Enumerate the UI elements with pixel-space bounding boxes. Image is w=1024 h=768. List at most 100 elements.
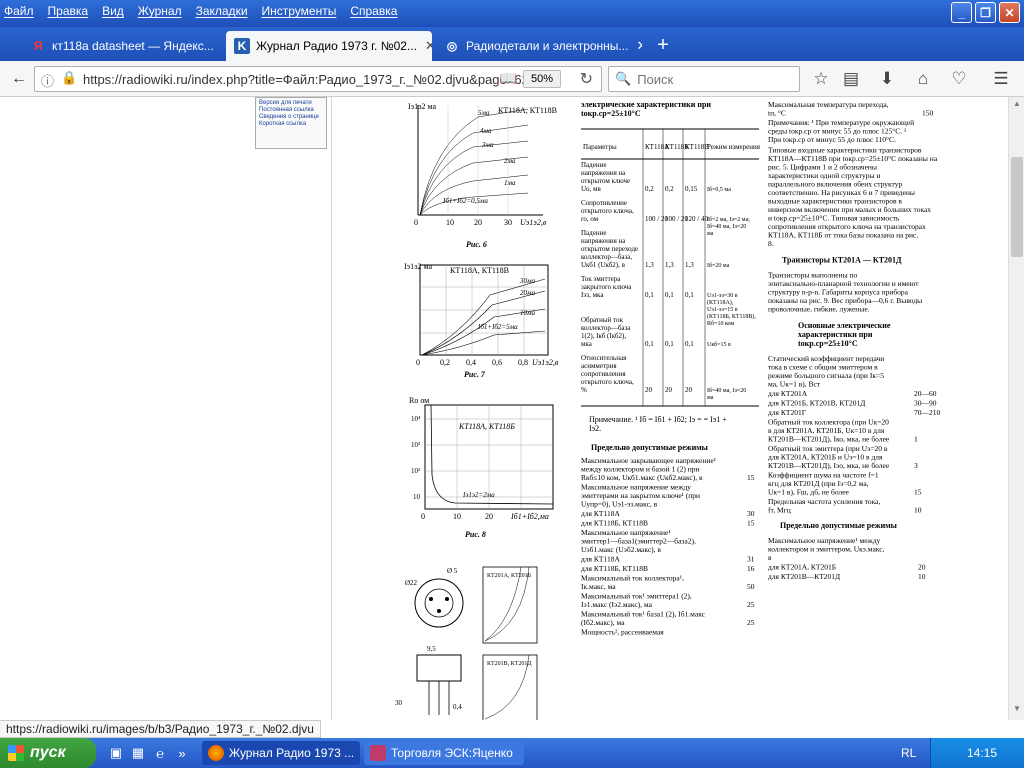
sidebar-link[interactable]: Короткая ссылка bbox=[259, 121, 323, 128]
menu-item[interactable]: Файл bbox=[4, 4, 34, 18]
column-2: электрические характеристики при tокр.ср=… bbox=[581, 100, 761, 637]
menu-hamburger-icon[interactable]: ☰ bbox=[988, 66, 1014, 92]
fig9-dim-2: Ø 5 bbox=[447, 567, 458, 575]
minimize-button[interactable]: _ bbox=[951, 2, 972, 23]
fig8-ytick: 10 bbox=[413, 493, 421, 501]
taskbar-item-eskapp[interactable]: Торговля ЭСК:Яценко bbox=[364, 741, 524, 765]
col3-item: Предельная частота усиления тока, fт, Мгц bbox=[768, 497, 881, 515]
col3-item: для КТ201Б, КТ201В, КТ201Д bbox=[768, 399, 865, 408]
fig6-series-2: 4ма bbox=[480, 127, 492, 135]
col3-paragraph: Типовые входные характеристики транзисто… bbox=[768, 146, 938, 249]
downloads-icon[interactable]: ⬇ bbox=[874, 66, 900, 92]
tab-radiodetali[interactable]: ◎ Радиодетали и электронны... ✕ bbox=[436, 31, 642, 61]
menu-item[interactable]: Закладки bbox=[196, 4, 248, 18]
new-tab-button[interactable]: + bbox=[650, 31, 676, 59]
menu-bar: Файл Правка Вид Журнал Закладки Инструменты Сп… bbox=[0, 0, 411, 22]
fig8-tick: 0 bbox=[421, 512, 425, 521]
taskbar-item-firefox[interactable]: Журнал Радио 1973 ... bbox=[202, 741, 360, 765]
table-cell: 0,1 bbox=[645, 291, 654, 299]
figure-6: Iэ1э2 ма КТ118А, КТ118В 5ма 4ма 3ма 2ма … bbox=[408, 102, 557, 249]
window-titlebar: Файл Правка Вид Журнал Закладки Инструменты Сп… bbox=[0, 0, 1024, 27]
task-label: Журнал Радио 1973 ... bbox=[229, 746, 355, 760]
limits-value: 50 bbox=[747, 582, 755, 591]
col3-value: 150 bbox=[922, 109, 934, 118]
col3-item: для КТ201А bbox=[768, 389, 808, 398]
explorer-icon[interactable]: ▦ bbox=[130, 745, 146, 761]
scroll-thumb[interactable] bbox=[1011, 157, 1023, 257]
limits-value: 16 bbox=[747, 564, 755, 573]
table-cell: 1,3 bbox=[645, 261, 654, 269]
fig9-dim-4: 30 bbox=[395, 699, 403, 707]
fig6-tick: 0 bbox=[414, 218, 418, 227]
col3-paragraph: Транзисторы выполнены по эпитаксиально-пл… bbox=[768, 271, 922, 314]
table-cell-mode: Uкб=15 в bbox=[707, 341, 731, 348]
close-tab-icon[interactable]: ✕ bbox=[417, 38, 432, 54]
table-header-cell: Режим измерения bbox=[707, 143, 761, 151]
close-window-button[interactable]: ✕ bbox=[999, 2, 1020, 23]
tab-radio-journal[interactable]: K Журнал Радио 1973 г. №02... ✕ bbox=[226, 31, 432, 61]
menu-item[interactable]: Справка bbox=[350, 4, 397, 18]
task-label: Торговля ЭСК:Яценко bbox=[391, 746, 513, 760]
limits-item: Максимальный ток¹ эмиттера1 (2), Iэ1.макс… bbox=[581, 592, 692, 610]
limits-item: для КТ118Б, КТ118В bbox=[581, 564, 648, 573]
search-input[interactable] bbox=[637, 71, 788, 87]
reader-view-icon[interactable]: 📖 bbox=[500, 70, 517, 87]
address-bar[interactable]: ⓘ 🔒 https://radiowiki.ru/index.php?title… bbox=[34, 66, 602, 92]
figure-8: Rо ом 10⁴ 10³ 10² 10 КТ118А, КТ118Б Iэ1э… bbox=[409, 396, 554, 539]
limits-value: 30 bbox=[747, 509, 755, 518]
bookmarks-library-icon[interactable]: ▤ bbox=[838, 66, 864, 92]
column-3: Максимальная температура перехода, tп, °С… bbox=[768, 100, 941, 581]
scroll-up-icon[interactable]: ▲ bbox=[1009, 99, 1024, 113]
close-tab-icon[interactable]: ✕ bbox=[628, 38, 642, 54]
col3-value: 10 bbox=[918, 572, 926, 581]
zoom-level[interactable]: 50% bbox=[523, 70, 561, 88]
ie-icon[interactable]: ℮ bbox=[152, 745, 168, 761]
scroll-down-icon[interactable]: ▼ bbox=[1009, 704, 1024, 718]
page-content: Версия для печати Постоянная ссылка Сведен… bbox=[0, 97, 1008, 720]
limits-value: 25 bbox=[747, 600, 755, 609]
col3-value: 70—210 bbox=[914, 408, 941, 417]
tab-strip: Я кт118а datasheet — Яндекс... ✕ K Журна… bbox=[0, 27, 1024, 61]
back-button[interactable]: ← bbox=[6, 66, 32, 92]
col2-header: электрические характеристики при tокр.ср=… bbox=[581, 100, 711, 118]
table-note: Примечание. ¹ Iб = Iб1 + Iб2; Iэ = = Iэ1… bbox=[589, 415, 727, 433]
yandex-icon: Я bbox=[33, 39, 43, 53]
close-tab-icon[interactable]: ✕ bbox=[214, 38, 223, 54]
menu-item[interactable]: Вид bbox=[102, 4, 124, 18]
vertical-scrollbar[interactable]: ▲ ▼ bbox=[1008, 97, 1024, 720]
menu-item[interactable]: Журнал bbox=[138, 4, 182, 18]
info-icon[interactable]: ⓘ bbox=[41, 71, 54, 90]
limits-item: Максимальное напряжение между эмиттерами … bbox=[581, 483, 700, 509]
sidebar-link[interactable]: Постоянная ссылка bbox=[259, 107, 323, 114]
table-row-param: Сопротивление открытого ключа, rо, ом bbox=[581, 199, 634, 223]
menu-item[interactable]: Инструменты bbox=[262, 4, 337, 18]
col3-item: Максимальная температура перехода, tп, °С bbox=[768, 100, 889, 118]
windows-flag-icon bbox=[8, 745, 24, 761]
search-icon: 🔍 bbox=[615, 71, 632, 86]
sidebar-link[interactable]: Сведения о странице bbox=[259, 114, 323, 121]
home-icon[interactable]: ⌂ bbox=[910, 66, 936, 92]
search-bar[interactable]: 🔍 bbox=[608, 66, 800, 92]
maximize-button[interactable]: ❐ bbox=[975, 2, 996, 23]
tab-label: Радиодетали и электронны... bbox=[466, 39, 629, 53]
tab-yandex[interactable]: Я кт118а datasheet — Яндекс... ✕ bbox=[22, 31, 222, 61]
col3-value: 30—90 bbox=[914, 399, 937, 408]
table-row-param: Падение напряжения на открытом переходе кол… bbox=[581, 229, 638, 269]
quicklaunch-more-icon[interactable]: » bbox=[174, 745, 190, 761]
sidebar-link[interactable]: Версия для печати bbox=[259, 100, 323, 107]
pocket-icon[interactable]: ♡ bbox=[946, 66, 972, 92]
bookmark-star-icon[interactable]: ☆ bbox=[808, 66, 834, 92]
table-cell: 20 bbox=[685, 386, 693, 394]
show-desktop-icon[interactable]: ▣ bbox=[108, 745, 124, 761]
fig8-xlabel: Iб1+Iб2,ма bbox=[510, 512, 549, 521]
reload-icon[interactable]: ↻ bbox=[580, 69, 593, 89]
tab-label: Журнал Радио 1973 г. №02... bbox=[256, 39, 417, 53]
menu-item[interactable]: Правка bbox=[48, 4, 89, 18]
limits-item: Мощность², рассеиваемая bbox=[581, 628, 664, 637]
fig9-dim-5: 0,4 bbox=[453, 703, 462, 711]
limits-item: для КТ118Б, КТ118В bbox=[581, 519, 648, 528]
table-cell: 0,1 bbox=[645, 340, 654, 348]
col3-heading: Предельно допустимые режимы bbox=[780, 521, 898, 530]
language-indicator[interactable]: RL bbox=[901, 746, 916, 760]
start-button[interactable]: пуск bbox=[0, 738, 96, 768]
